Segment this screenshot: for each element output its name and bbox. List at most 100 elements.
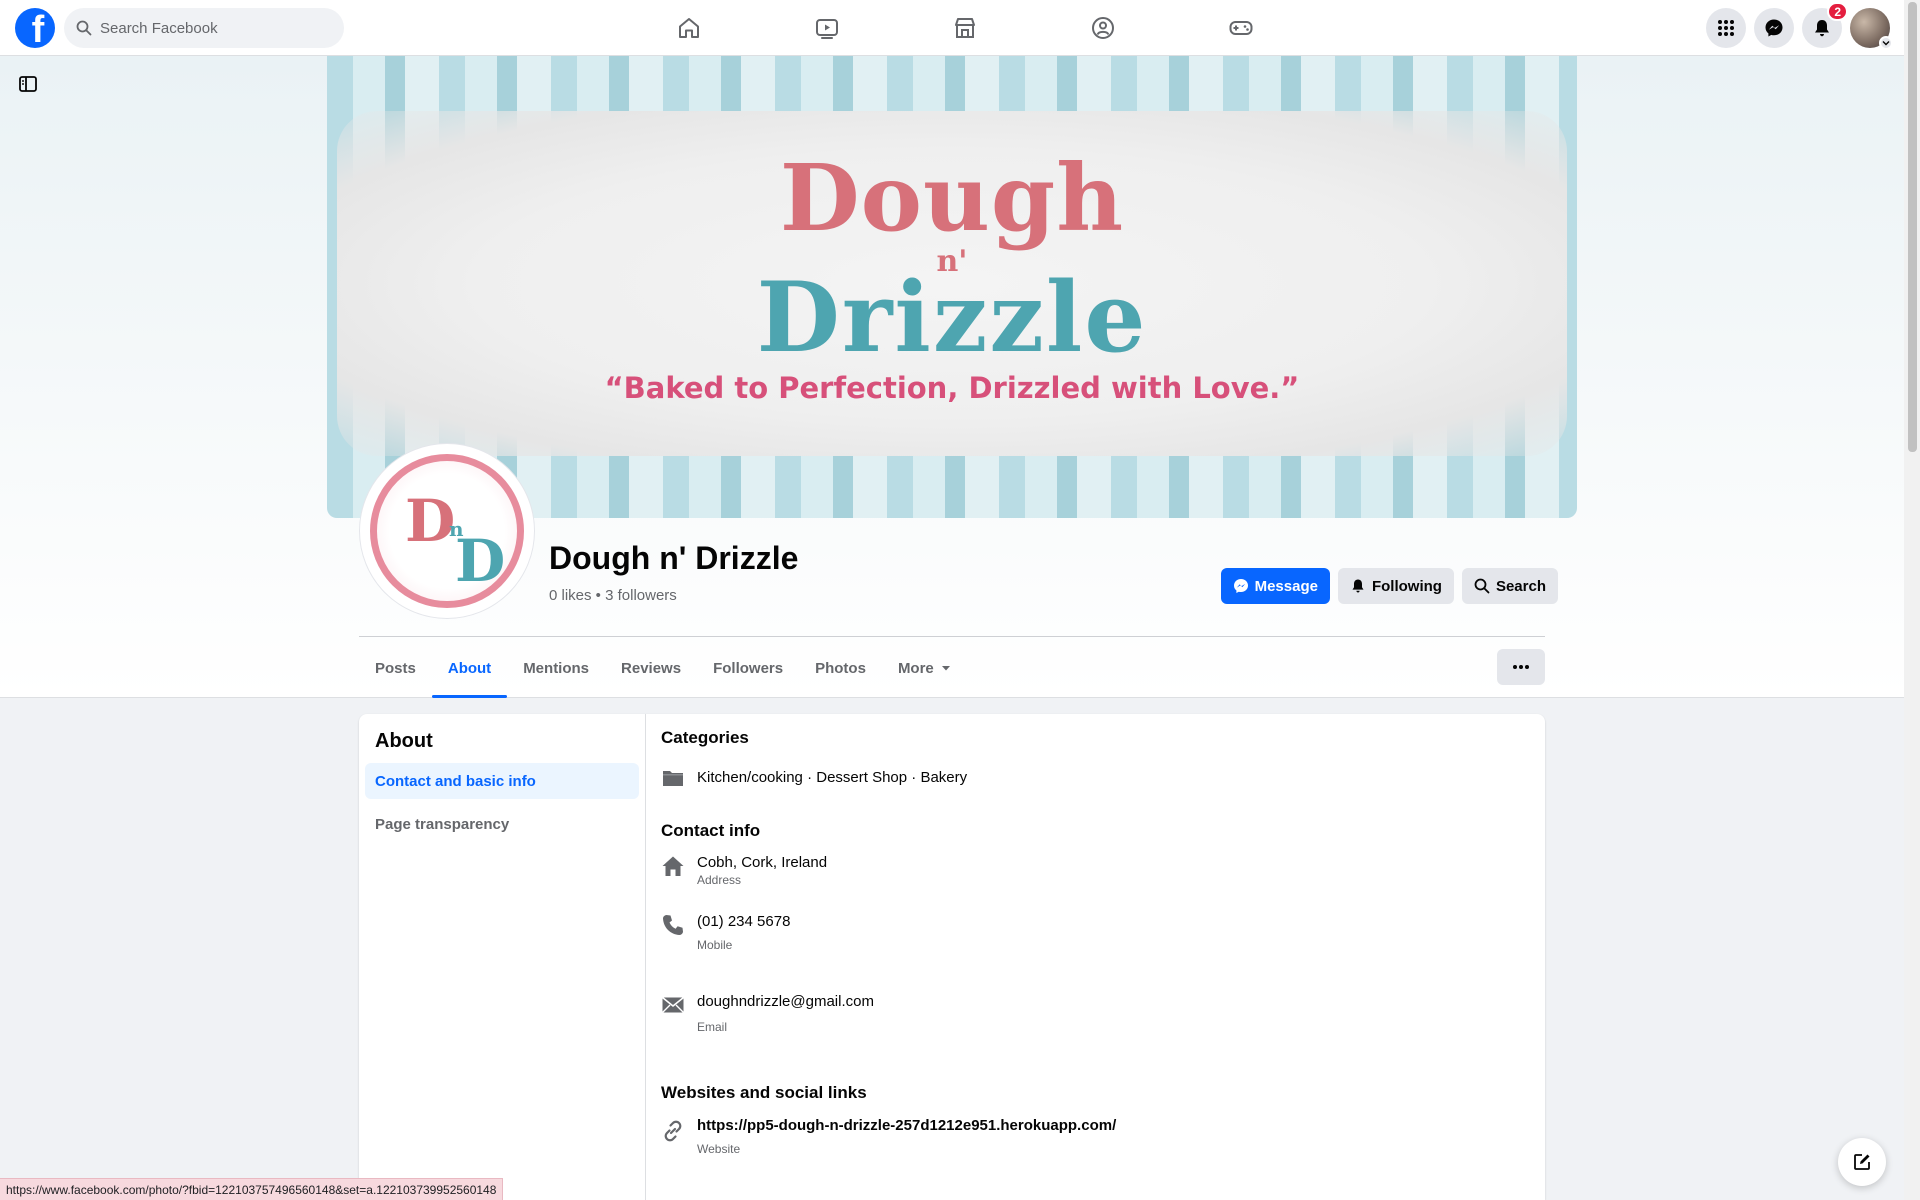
home-icon [661,854,685,878]
message-button[interactable]: Message [1220,568,1330,604]
email-text: doughndrizzle@gmail.com Email [697,993,874,1035]
tab-posts[interactable]: Posts [359,638,432,698]
facebook-logo[interactable]: f [15,8,55,48]
address-value: Cobh, Cork, Ireland [697,854,828,871]
nav-gaming[interactable] [1172,0,1310,56]
about-sidebar: About Contact and basic info Page transp… [359,714,646,1200]
tab-label: Followers [713,659,784,677]
tab-about[interactable]: About [431,638,508,698]
account-controls: 2 [1706,2,1893,50]
folder-icon [661,766,685,790]
account-avatar[interactable] [1850,8,1893,50]
groups-icon [1092,17,1114,39]
website-link[interactable]: https://pp5-dough-n-drizzle-257d1212e951… [697,1117,1116,1135]
tab-photos[interactable]: Photos [799,638,882,698]
page-title: Dough n' Drizzle [549,540,799,576]
messenger-icon [1765,19,1783,37]
nav-home[interactable] [620,0,758,56]
nav-groups[interactable] [1034,0,1172,56]
compose-icon [1854,1154,1870,1170]
caret-down-icon [941,666,950,671]
menu-button[interactable] [1706,8,1746,48]
tab-label: Mentions [523,659,590,677]
link-icon [661,1119,685,1143]
cover-photo[interactable]: Dough n' Drizzle “Baked to Perfection, D… [327,56,1577,518]
profile-picture[interactable]: D n D [360,444,534,618]
tab-label: Posts [375,659,416,677]
email-label: Email [697,1020,728,1034]
tab-label: Photos [815,659,866,677]
account-chevron[interactable] [1879,36,1893,50]
video-icon [816,19,838,39]
search-bar[interactable] [64,8,344,48]
top-navigation-bar: f Search Facebook 2 [0,0,1904,56]
cover-title-drizzle: Drizzle [756,261,1148,374]
website-label: Website [697,1142,741,1156]
tab-label: More [897,659,934,677]
following-button[interactable]: Following [1337,568,1454,604]
chevron-down-icon [1882,41,1890,46]
search-icon [1474,578,1490,594]
websites-title: Websites and social links [661,1083,867,1102]
categories-title: Categories [661,728,749,747]
phone-icon [661,913,685,937]
tab-label: Reviews [621,659,682,677]
page-search-button[interactable]: Search [1461,568,1558,604]
sidebar-toggle-button[interactable] [12,68,44,100]
about-nav-label: Page transparency [375,815,510,833]
messenger-icon [1233,579,1248,593]
scrollbar-thumb[interactable] [1908,2,1917,452]
phone-label: Mobile [697,938,733,952]
more-dots-icon [1513,665,1529,669]
notifications-button[interactable]: 2 [1802,2,1848,48]
bell-icon [1352,579,1364,593]
email-row: doughndrizzle@gmail.com Email [661,993,874,1035]
categories-row: Kitchen/cooking · Dessert Shop · Bakery [661,766,967,790]
tab-mentions[interactable]: Mentions [507,638,605,698]
page-tabs: Posts About Mentions Reviews Followers P… [359,638,968,698]
tab-label: About [447,659,492,677]
tab-more[interactable]: More [882,638,968,698]
menu-grid-icon [1718,20,1734,36]
status-bar-url: https://www.facebook.com/photo/?fbid=122… [0,1178,504,1200]
phone-value: (01) 234 5678 [697,913,791,930]
nav-video[interactable] [758,0,896,56]
bell-icon [1815,20,1829,37]
facebook-logo-letter: f [31,9,45,48]
sidebar-toggle-icon [19,76,37,92]
following-button-label: Following [1371,577,1442,595]
phone-text: (01) 234 5678 Mobile [697,913,790,953]
tab-reviews[interactable]: Reviews [605,638,697,698]
marketplace-icon [955,18,975,38]
address-label: Address [697,873,742,887]
cover-title-dough: Dough [779,144,1125,252]
profile-logo-letter-1: D [405,487,456,555]
contact-info-title: Contact info [661,821,761,840]
categories-value: Kitchen/cooking · Dessert Shop · Bakery [697,769,968,786]
about-card: About Contact and basic info Page transp… [359,714,1545,1200]
phone-row: (01) 234 5678 Mobile [661,913,790,953]
message-button-label: Message [1254,577,1318,595]
page-stats[interactable]: 0 likes • 3 followers [549,587,677,604]
nav-marketplace[interactable] [896,0,1034,56]
about-nav-contact-basic-info[interactable]: Contact and basic info [365,763,639,799]
about-heading: About [375,730,433,752]
main-nav [620,0,1310,56]
more-options-button[interactable] [1497,649,1545,685]
search-input[interactable] [100,19,330,37]
envelope-icon [661,993,685,1017]
website-text: https://pp5-dough-n-drizzle-257d1212e951… [697,1117,1116,1157]
header-divider [359,636,1545,637]
new-message-button[interactable] [1838,1138,1886,1186]
email-value[interactable]: doughndrizzle@gmail.com [697,993,874,1011]
address-row: Cobh, Cork, Ireland Address [661,854,827,888]
tab-followers[interactable]: Followers [697,638,799,698]
website-row: https://pp5-dough-n-drizzle-257d1212e951… [661,1117,1116,1157]
page-actions: Message Following Search [1220,568,1558,604]
profile-picture-ring: D n D [370,454,524,608]
about-nav-page-transparency[interactable]: Page transparency [365,806,639,842]
profile-logo-letter-2: D [455,527,506,595]
home-icon [679,18,699,38]
messenger-button[interactable] [1754,8,1794,48]
page-scrollbar[interactable] [1904,0,1920,1200]
